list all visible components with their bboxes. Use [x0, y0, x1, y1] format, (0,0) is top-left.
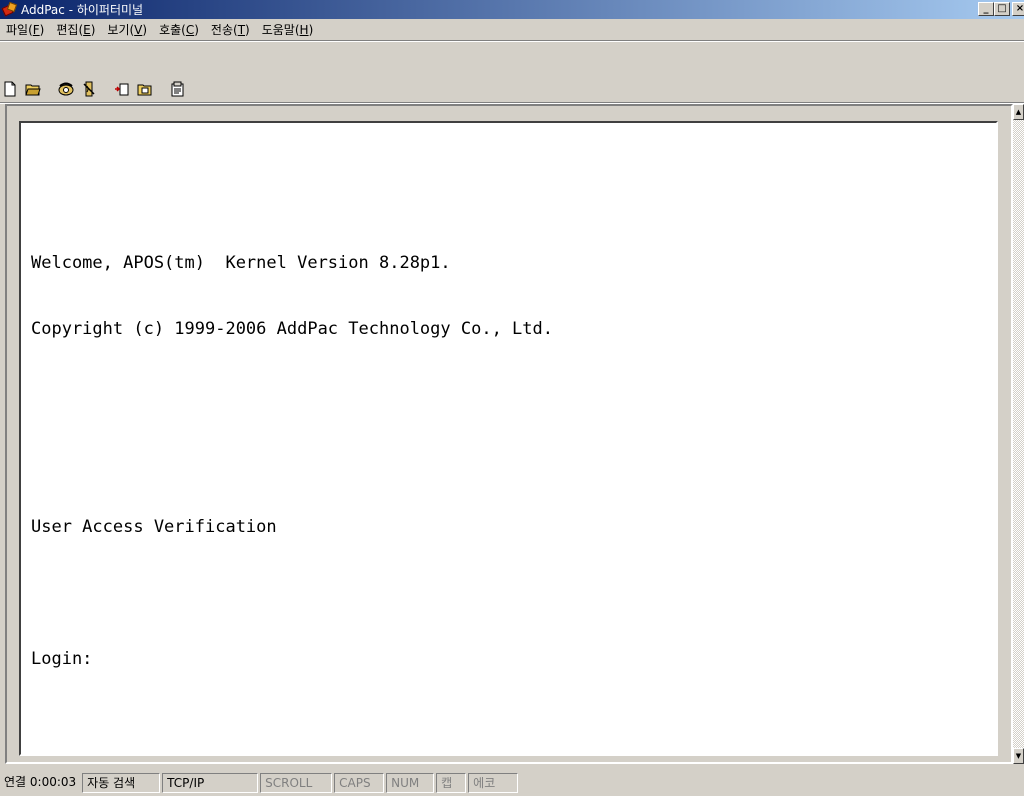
- window-title: AddPac - 하이퍼터미널: [21, 3, 144, 17]
- terminal-line: Copyright (c) 1999-2006 AddPac Technolog…: [31, 319, 553, 339]
- scroll-down-arrow-icon[interactable]: ▼: [1013, 748, 1024, 764]
- maximize-button[interactable]: □: [994, 2, 1010, 16]
- menu-file[interactable]: 파일(F): [6, 21, 44, 38]
- status-auto-detect: 자동 검색: [82, 773, 161, 793]
- menu-bar: 파일(F) 편집(E) 보기(V) 호출(C) 전송(T) 도움말(H): [0, 19, 1024, 39]
- terminal-output: Welcome, APOS(tm) Kernel Version 8.28p1.…: [31, 208, 553, 714]
- menu-help[interactable]: 도움말(H): [262, 21, 314, 38]
- status-capture: 캡: [436, 773, 467, 793]
- window-controls: _ □ ×: [978, 2, 1024, 16]
- menu-transfer[interactable]: 전송(T): [211, 21, 250, 38]
- terminal-line: Login:: [31, 649, 93, 669]
- terminal-line: User Access Verification: [31, 517, 277, 537]
- disconnect-icon[interactable]: [79, 79, 99, 99]
- minimize-button[interactable]: _: [978, 2, 994, 16]
- menu-call[interactable]: 호출(C): [159, 21, 199, 38]
- status-protocol: TCP/IP: [162, 773, 259, 793]
- open-folder-icon[interactable]: [23, 79, 43, 99]
- status-num: NUM: [386, 773, 435, 793]
- vertical-scrollbar[interactable]: ▲ ▼: [1013, 104, 1024, 764]
- status-echo: 에코: [468, 773, 519, 793]
- status-scroll: SCROLL: [260, 773, 333, 793]
- receive-file-icon[interactable]: [135, 79, 155, 99]
- new-document-icon[interactable]: [0, 79, 20, 99]
- status-bar: 연결 0:00:03 자동 검색 TCP/IP SCROLL CAPS NUM …: [0, 770, 1024, 796]
- close-button[interactable]: ×: [1012, 2, 1024, 16]
- status-connection-time: 연결 0:00:03: [4, 775, 77, 789]
- scroll-up-arrow-icon[interactable]: ▲: [1013, 104, 1024, 120]
- properties-icon[interactable]: [168, 79, 188, 99]
- terminal-screen[interactable]: Welcome, APOS(tm) Kernel Version 8.28p1.…: [19, 121, 998, 756]
- status-caps: CAPS: [334, 773, 385, 793]
- menu-separator: [0, 40, 1024, 42]
- terminal-line: Welcome, APOS(tm) Kernel Version 8.28p1.: [31, 253, 451, 273]
- hyperterminal-app-icon[interactable]: [1, 1, 18, 17]
- title-bar: AddPac - 하이퍼터미널 _ □ ×: [0, 0, 1024, 19]
- send-file-icon[interactable]: [112, 79, 132, 99]
- connect-phone-icon[interactable]: [56, 79, 76, 99]
- menu-edit[interactable]: 편집(E): [56, 21, 95, 38]
- menu-view[interactable]: 보기(V): [107, 21, 147, 38]
- toolbar-buttons: [0, 79, 191, 99]
